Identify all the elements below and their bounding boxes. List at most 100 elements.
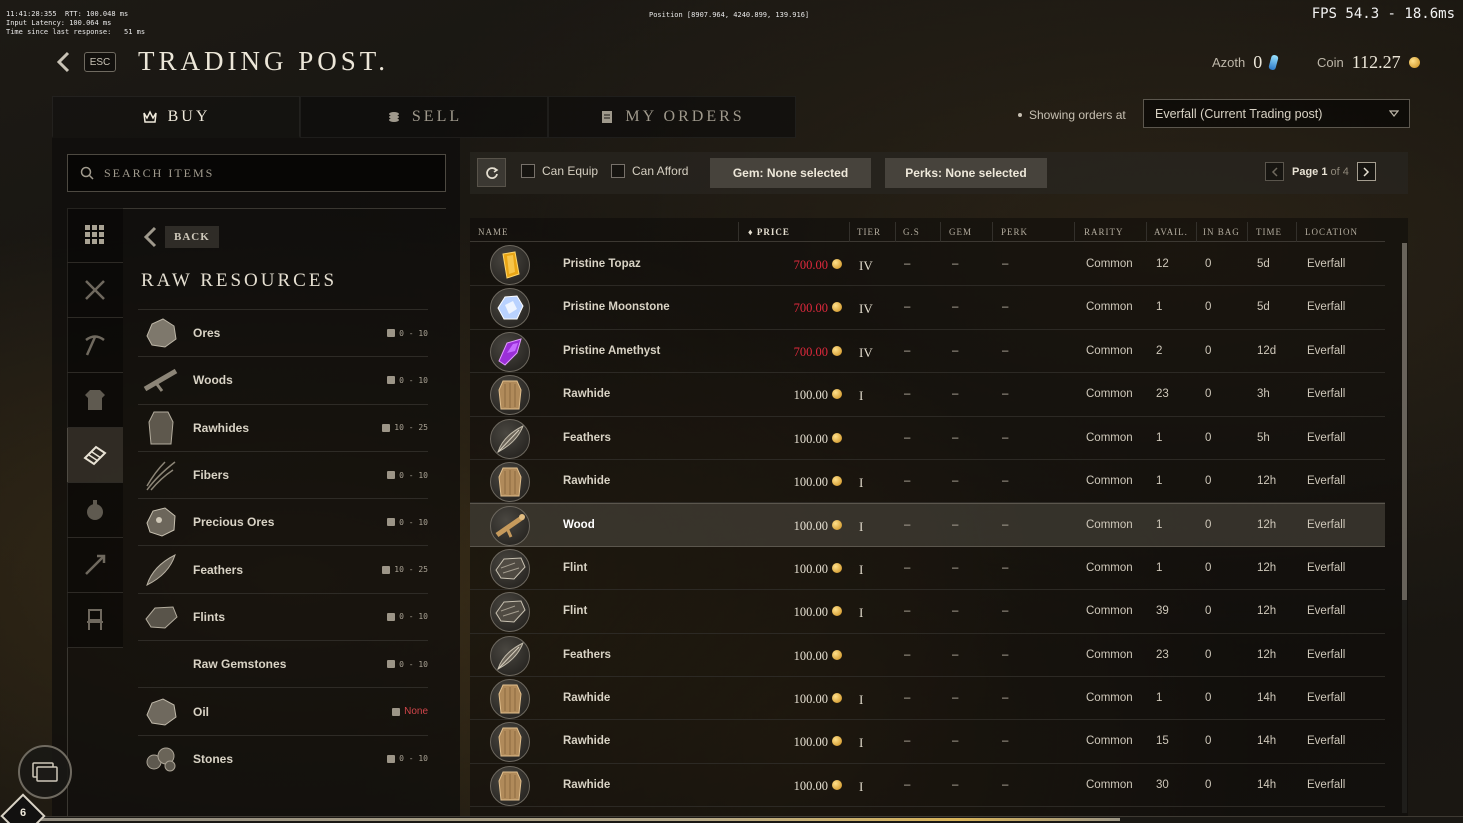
tab-buy[interactable]: BUY — [52, 96, 300, 138]
resource-name: Oil — [193, 704, 210, 719]
item-location: Everfall — [1307, 258, 1346, 270]
column-divider — [895, 222, 896, 242]
table-row[interactable]: Feathers 100.00 – – – Common 23 0 12h Everfall — [470, 634, 1385, 677]
item-tier: IV — [859, 258, 873, 273]
tab-sell[interactable]: SELL — [300, 96, 548, 138]
resource-item-stones[interactable]: Stones 0 - 10 — [138, 734, 428, 782]
table-row[interactable]: Feathers 100.00 – – – Common 1 0 5h Everfall — [470, 417, 1385, 460]
item-gear-score: – — [904, 388, 911, 401]
tab-my-orders[interactable]: MY ORDERS — [548, 96, 796, 138]
level-number: 6 — [19, 807, 27, 819]
resource-list: Ores 0 - 10 Woods 0 - 10 Rawhides 10 - 2… — [138, 309, 428, 782]
resource-item-feathers[interactable]: Feathers 10 - 25 — [138, 545, 428, 592]
item-in-bag: 0 — [1205, 778, 1212, 791]
resource-range: None — [392, 706, 428, 717]
resource-item-flints[interactable]: Flints 0 - 10 — [138, 592, 428, 640]
category-all[interactable] — [67, 208, 123, 263]
table-row[interactable]: Rawhide 100.00 I – – – Common 30 0 14h Everfall — [470, 764, 1385, 808]
category-raw-resources[interactable] — [67, 428, 123, 483]
item-in-bag: 0 — [1205, 258, 1212, 270]
location-select[interactable]: Everfall (Current Trading post) — [1143, 99, 1410, 128]
col-rarity[interactable]: RARITY — [1084, 227, 1124, 237]
resource-item-fibers[interactable]: Fibers 0 - 10 — [138, 450, 428, 498]
col-in-bag[interactable]: IN BAG — [1203, 227, 1240, 237]
resource-item-raw-gemstones[interactable]: Raw Gemstones 0 - 10 — [138, 640, 428, 687]
col-gs[interactable]: G.S — [903, 227, 920, 237]
item-rarity: Common — [1086, 431, 1133, 444]
can-afford-checkbox[interactable]: Can Afford — [611, 164, 688, 178]
scrollbar-thumb[interactable] — [1402, 243, 1407, 600]
item-location: Everfall — [1307, 301, 1346, 314]
table-row[interactable]: Flint 100.00 I – – – Common 1 0 12h Everfall — [470, 547, 1385, 591]
table-row[interactable]: Pristine Amethyst 700.00 IV – – – Common 2 0 12d E… — [470, 330, 1385, 374]
col-tier[interactable]: TIER — [857, 227, 881, 237]
item-tier: I — [859, 388, 864, 404]
item-time: 12d — [1257, 344, 1277, 357]
item-rarity: Common — [1086, 474, 1133, 487]
next-page-button[interactable] — [1356, 162, 1376, 181]
category-tools[interactable] — [67, 318, 123, 373]
table-row[interactable]: Wood 100.00 I – – – Common 1 0 12h Everfall — [470, 503, 1385, 547]
item-time: 14h — [1257, 778, 1277, 791]
search-input[interactable]: SEARCH ITEMS — [67, 154, 446, 192]
can-equip-checkbox[interactable]: Can Equip — [521, 164, 598, 178]
item-rarity: Common — [1086, 344, 1133, 357]
back-button[interactable]: BACK — [141, 226, 219, 248]
col-gem[interactable]: GEM — [949, 227, 972, 237]
gem-filter-button[interactable]: Gem: None selected — [710, 158, 871, 188]
item-price: 700.00 — [793, 258, 828, 272]
page-current: 1 — [1321, 165, 1328, 178]
item-gear-score: – — [904, 301, 911, 314]
item-price: 100.00 — [793, 388, 828, 403]
tab-my-orders-label: MY ORDERS — [625, 108, 745, 125]
resource-item-woods[interactable]: Woods 0 - 10 — [138, 356, 428, 403]
table-row[interactable]: Pristine Moonstone 700.00 IV – – – Common 1 0 5d E… — [470, 286, 1385, 330]
table-row[interactable]: Rawhide 100.00 I – – – Common 23 0 3h Everfall — [470, 373, 1385, 417]
col-price[interactable]: ♦ PRICE — [748, 227, 790, 237]
resource-item-precious-ores[interactable]: Precious Ores 0 - 10 — [138, 498, 428, 545]
resource-range: 0 - 10 — [387, 754, 428, 763]
category-ammo[interactable] — [67, 538, 123, 593]
bullet-icon — [1018, 113, 1022, 117]
document-icon — [602, 111, 613, 123]
category-armor[interactable] — [67, 373, 123, 428]
item-rarity: Common — [1086, 561, 1133, 574]
category-furniture[interactable] — [67, 593, 123, 648]
table-row[interactable]: Pristine Topaz 700.00 IV – – – Common 12 0 5d Ever… — [470, 243, 1385, 287]
page-total: of 4 — [1330, 165, 1349, 178]
esc-key-button[interactable]: ESC — [84, 52, 116, 72]
resource-item-oil[interactable]: Oil None — [138, 687, 428, 734]
resource-range-value: 0 - 10 — [399, 659, 428, 669]
col-avail[interactable]: AVAIL. — [1154, 227, 1188, 237]
coin-icon — [1408, 57, 1420, 68]
item-time: 12h — [1257, 605, 1277, 618]
col-perk[interactable]: PERK — [1001, 227, 1028, 237]
col-time[interactable]: TIME — [1256, 227, 1282, 237]
col-location[interactable]: LOCATION — [1305, 227, 1358, 237]
chat-button[interactable] — [18, 745, 72, 799]
coin-icon — [832, 562, 842, 573]
item-available: 1 — [1156, 474, 1163, 487]
item-name: Rawhide — [563, 691, 611, 704]
refresh-button[interactable] — [477, 158, 506, 187]
col-name[interactable]: NAME — [478, 227, 509, 237]
table-row[interactable]: Rawhide 100.00 I – – – Common 1 0 14h Everfall — [470, 677, 1385, 721]
category-weapons[interactable] — [67, 263, 123, 318]
resource-item-ores[interactable]: Ores 0 - 10 — [138, 309, 428, 356]
debug-position: Position [8907.964, 4240.899, 139.916] — [649, 11, 810, 19]
category-consumables[interactable] — [67, 483, 123, 538]
resource-name: Woods — [193, 373, 233, 388]
pickaxe-icon — [85, 335, 105, 356]
table-row[interactable]: Rawhide 100.00 I – – – Common 15 0 14h Everfall — [470, 720, 1385, 764]
perks-filter-button[interactable]: Perks: None selected — [885, 158, 1047, 188]
resource-item-rawhides[interactable]: Rawhides 10 - 25 — [138, 403, 428, 451]
item-gear-score: – — [904, 691, 911, 704]
table-row[interactable]: Rawhide 100.00 I – – – Common 1 0 12h Everfall — [470, 460, 1385, 504]
prev-page-button[interactable] — [1265, 162, 1284, 181]
back-arrow-icon[interactable] — [54, 51, 74, 73]
item-available: 12 — [1156, 258, 1169, 270]
item-available: 23 — [1156, 648, 1169, 661]
table-row[interactable]: Flint 100.00 I – – – Common 39 0 12h Everfall — [470, 590, 1385, 634]
category-rail — [67, 208, 123, 648]
item-name: Pristine Amethyst — [563, 344, 661, 357]
